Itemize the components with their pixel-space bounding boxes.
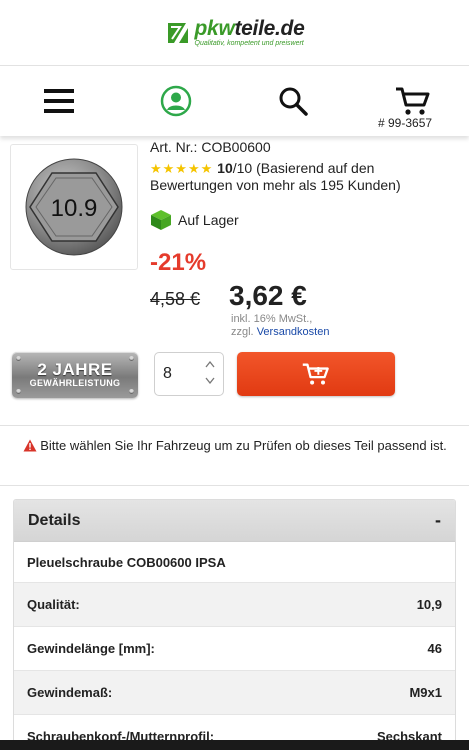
details-title: Details	[28, 511, 81, 529]
bolt-grade-text: 10.9	[51, 195, 98, 222]
vehicle-notice: Bitte wählen Sie Ihr Fahrzeug um zu Prüf…	[20, 437, 450, 454]
logo-bar: pkwteile.de Qualitativ, kompetent und pr…	[0, 0, 469, 66]
bottom-strip	[0, 740, 469, 750]
detail-label: Gewindemaß:	[27, 685, 113, 700]
shipping-link[interactable]: Versandkosten	[257, 326, 330, 338]
menu-button[interactable]	[38, 66, 80, 136]
cart-count: # 99-3657	[378, 116, 433, 130]
warranty-label: GEWÄHRLEISTUNG	[29, 378, 121, 388]
nav-bar: # 99-3657	[0, 66, 469, 136]
current-price: 3,62 €	[229, 280, 307, 311]
logo-text: pkwteile.de Qualitativ, kompetent und pr…	[195, 18, 305, 47]
old-price: 4,58 €	[150, 289, 201, 309]
stock-label: Auf Lager	[178, 212, 239, 228]
notice-text: Bitte wählen Sie Ihr Fahrzeug um zu Prüf…	[40, 438, 447, 453]
add-to-cart-button[interactable]	[237, 352, 395, 396]
details-header[interactable]: Details -	[14, 500, 455, 542]
chevron-down-icon[interactable]	[205, 375, 215, 385]
rating-score: 10	[217, 160, 233, 176]
quantity-input[interactable]	[163, 365, 203, 383]
warranty-years: 2 JAHRE	[37, 360, 113, 379]
divider	[0, 485, 469, 486]
detail-value: 10,9	[416, 597, 442, 612]
detail-value: M9x1	[409, 685, 442, 700]
chevron-up-icon[interactable]	[205, 359, 215, 369]
quantity-arrows	[205, 359, 215, 385]
page: pkwteile.de Qualitativ, kompetent und pr…	[0, 0, 469, 750]
vat-info: inkl. 16% MwSt., zzgl. Versandkosten	[231, 313, 329, 339]
details-panel: Details - Pleuelschraube COB00600 IPSA Q…	[13, 499, 456, 750]
search-button[interactable]	[273, 66, 313, 136]
rivet-icon	[129, 389, 134, 394]
warranty-badge: 2 JAHRE GEWÄHRLEISTUNG	[12, 352, 138, 398]
user-icon	[160, 85, 192, 117]
rivet-icon	[16, 389, 21, 394]
shipping-prefix: zzgl.	[231, 326, 257, 338]
discount-badge: -21%	[150, 249, 207, 276]
rating-stars: ★★★★★	[150, 161, 214, 176]
stock-status: Auf Lager	[150, 209, 239, 231]
logo-word-main: pkw	[194, 17, 235, 40]
logo-tagline: Qualitativ, kompetent und preiswert	[194, 40, 304, 47]
cart-icon	[396, 87, 430, 115]
warning-icon	[23, 439, 37, 452]
logo-mark-icon	[165, 20, 191, 46]
divider	[0, 425, 469, 426]
account-button[interactable]	[156, 66, 196, 136]
detail-label: Gewindelänge [mm]:	[27, 641, 155, 656]
rivet-icon	[129, 356, 134, 361]
quantity-stepper[interactable]	[154, 352, 224, 396]
add-to-cart-icon	[302, 363, 329, 385]
details-product-name: Pleuelschraube COB00600 IPSA	[14, 542, 455, 582]
detail-row: Gewindelänge [mm]: 46	[14, 626, 455, 670]
detail-value: 46	[427, 641, 442, 656]
bolt-head-image: 10.9	[25, 158, 123, 256]
rivet-icon	[16, 356, 21, 361]
shipping-line: zzgl. Versandkosten	[231, 326, 329, 339]
stock-box-icon	[151, 210, 171, 230]
site-logo[interactable]: pkwteile.de Qualitativ, kompetent und pr…	[165, 18, 305, 47]
detail-row: Qualität: 10,9	[14, 582, 455, 626]
product-image[interactable]: 10.9	[10, 144, 138, 270]
logo-word-accent: teile.de	[234, 17, 305, 40]
details-collapse-toggle[interactable]: -	[435, 510, 441, 531]
detail-label: Qualität:	[27, 597, 80, 612]
search-icon	[279, 87, 308, 116]
menu-icon	[44, 89, 74, 113]
article-number: Art. Nr.: COB00600	[150, 139, 271, 155]
detail-row: Gewindemaß: M9x1	[14, 670, 455, 714]
logo-wordmark: pkwteile.de	[195, 18, 305, 39]
vat-text: inkl. 16% MwSt.,	[231, 313, 313, 325]
rating: ★★★★★ 10/10 (Basierend auf den Bewertung…	[150, 160, 450, 194]
